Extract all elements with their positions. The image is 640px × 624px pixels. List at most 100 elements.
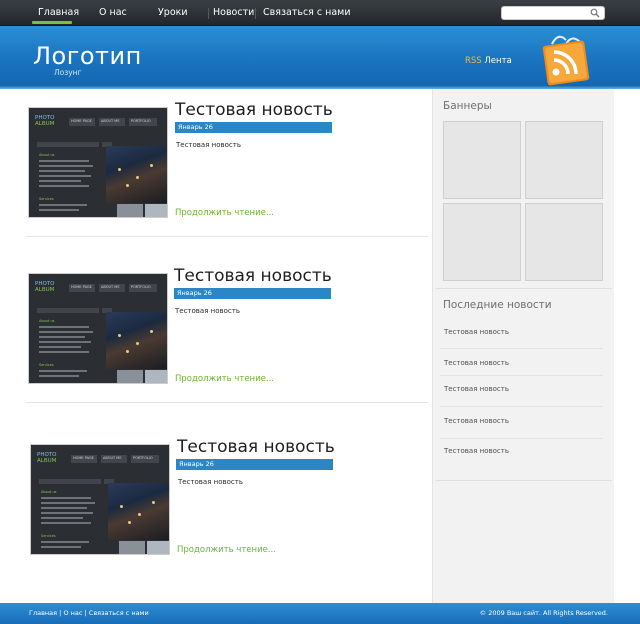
news-separator xyxy=(440,348,603,349)
read-more-link[interactable]: Продолжить чтение... xyxy=(175,208,274,218)
footer-link-contact[interactable]: Связаться с нами xyxy=(89,609,149,617)
post-date: Январь 26 xyxy=(174,288,331,299)
thumbnail-small-photo xyxy=(145,204,167,217)
nav-item-home[interactable]: Главная xyxy=(38,7,79,18)
post-date: Январь 26 xyxy=(175,122,332,133)
thumbnail-text-line xyxy=(41,507,87,509)
post-title[interactable]: Тестовая новость xyxy=(174,266,332,286)
banner-slot[interactable] xyxy=(443,121,521,199)
read-more-link[interactable]: Продолжить чтение... xyxy=(175,374,274,384)
thumbnail-text-line xyxy=(41,502,95,504)
rss-feed-link[interactable]: RSS Лента xyxy=(465,56,512,66)
thumbnail-nav-item: PORTFOLIO xyxy=(129,118,157,126)
nav-item-lessons[interactable]: Уроки xyxy=(158,7,188,18)
thumbnail-city-photo xyxy=(108,483,169,540)
footer-link-home[interactable]: Главная xyxy=(29,609,57,617)
thumbnail-nav-item: HOME PAGE xyxy=(69,284,95,292)
post-thumbnail[interactable]: PHOTO ALBUM HOME PAGE ABOUT ME PORTFOLIO… xyxy=(28,273,168,384)
thumbnail-nav-item: HOME PAGE xyxy=(71,455,97,463)
thumbnail-label: About us xyxy=(39,319,55,323)
read-more-link[interactable]: Продолжить чтение... xyxy=(177,545,276,555)
nav-active-indicator xyxy=(32,21,72,24)
nav-item-news[interactable]: Новости xyxy=(213,7,254,18)
banner-slot[interactable] xyxy=(443,203,521,281)
thumbnail-text-line xyxy=(39,209,79,211)
rss-bag-icon[interactable] xyxy=(536,30,596,88)
nav-separator xyxy=(208,8,209,19)
news-separator xyxy=(440,406,603,407)
post-divider xyxy=(26,402,428,403)
thumbnail-text-line xyxy=(39,160,89,162)
thumbnail-city-photo xyxy=(106,312,167,369)
thumbnail-text-line xyxy=(39,336,85,338)
thumbnail-text-line xyxy=(41,512,93,514)
post-title[interactable]: Тестовая новость xyxy=(175,100,333,120)
footer-links: Главная | О нас | Связаться с нами xyxy=(29,609,149,617)
thumbnail-label: Services xyxy=(41,534,56,538)
post-thumbnail[interactable]: PHOTO ALBUM HOME PAGE ABOUT ME PORTFOLIO… xyxy=(28,107,168,218)
thumbnail-small-photo xyxy=(117,370,143,383)
search-input[interactable] xyxy=(501,6,605,20)
latest-news-item[interactable]: Тестовая новость xyxy=(444,328,509,336)
thumbnail-searchbar xyxy=(37,308,99,313)
thumbnail-text-line xyxy=(41,546,81,548)
thumbnail-small-photo xyxy=(147,541,169,554)
nav-item-about[interactable]: О нас xyxy=(99,7,127,18)
thumbnail-searchbar xyxy=(37,142,99,147)
sidebar-divider xyxy=(436,288,612,289)
thumbnail-text-line xyxy=(41,497,91,499)
latest-news-item[interactable]: Тестовая новость xyxy=(444,447,509,455)
site-logo[interactable]: Логотип xyxy=(33,42,142,70)
thumbnail-text-line xyxy=(39,204,87,206)
post-excerpt: Тестовая новость xyxy=(178,478,243,486)
thumbnail-brand: ALBUM xyxy=(37,458,57,464)
thumbnail-text-line xyxy=(39,165,93,167)
post-title[interactable]: Тестовая новость xyxy=(177,437,335,457)
thumbnail-text-line xyxy=(41,522,91,524)
thumbnail-nav-item: PORTFOLIO xyxy=(131,455,159,463)
thumbnail-text-line xyxy=(39,370,87,372)
thumbnail-nav-item: PORTFOLIO xyxy=(129,284,157,292)
post-thumbnail[interactable]: PHOTO ALBUM HOME PAGE ABOUT ME PORTFOLIO… xyxy=(30,444,170,555)
search-icon[interactable] xyxy=(590,8,600,18)
banner-slot[interactable] xyxy=(525,121,603,199)
thumbnail-nav-item: HOME PAGE xyxy=(69,118,95,126)
thumbnail-text-line xyxy=(39,341,91,343)
footer-link-about[interactable]: О нас xyxy=(63,609,82,617)
footer-copyright: © 2009 Ваш сайт. All Rights Reserved. xyxy=(479,609,608,617)
thumbnail-text-line xyxy=(41,541,89,543)
latest-news-item[interactable]: Тестовая новость xyxy=(444,385,509,393)
thumbnail-small-photo xyxy=(117,204,143,217)
banner-slot[interactable] xyxy=(525,203,603,281)
thumbnail-text-line xyxy=(39,346,81,348)
thumbnail-nav-item: ABOUT ME xyxy=(99,118,125,126)
thumbnail-label: Services xyxy=(39,363,54,367)
thumbnail-text-line xyxy=(39,170,85,172)
latest-news-item[interactable]: Тестовая новость xyxy=(444,359,509,367)
post-excerpt: Тестовая новость xyxy=(175,307,240,315)
thumbnail-label: About us xyxy=(41,490,57,494)
rss-prefix: RSS xyxy=(465,56,482,66)
sidebar-divider xyxy=(436,480,612,481)
post-divider xyxy=(26,236,428,237)
latest-news-heading: Последние новости xyxy=(443,299,552,311)
thumbnail-nav-item: ABOUT ME xyxy=(99,284,125,292)
thumbnail-text-line xyxy=(39,375,79,377)
latest-news-item[interactable]: Тестовая новость xyxy=(444,417,509,425)
site-slogan: Лозунг xyxy=(54,68,82,77)
footer-separator: | xyxy=(84,609,87,617)
thumbnail-city-photo xyxy=(106,146,167,203)
thumbnail-small-photo xyxy=(145,370,167,383)
thumbnail-nav-item: ABOUT ME xyxy=(101,455,127,463)
nav-item-contact[interactable]: Связаться с нами xyxy=(263,7,351,18)
thumbnail-text-line xyxy=(39,185,89,187)
news-separator xyxy=(440,438,603,439)
thumbnail-text-line xyxy=(39,351,89,353)
thumbnail-text-line xyxy=(41,517,83,519)
thumbnail-label: About us xyxy=(39,153,55,157)
rss-label: Лента xyxy=(484,56,512,66)
thumbnail-text-line xyxy=(39,180,81,182)
thumbnail-searchbar xyxy=(39,479,101,484)
footer: Главная | О нас | Связаться с нами © 200… xyxy=(0,603,640,624)
thumbnail-brand: ALBUM xyxy=(35,121,55,127)
